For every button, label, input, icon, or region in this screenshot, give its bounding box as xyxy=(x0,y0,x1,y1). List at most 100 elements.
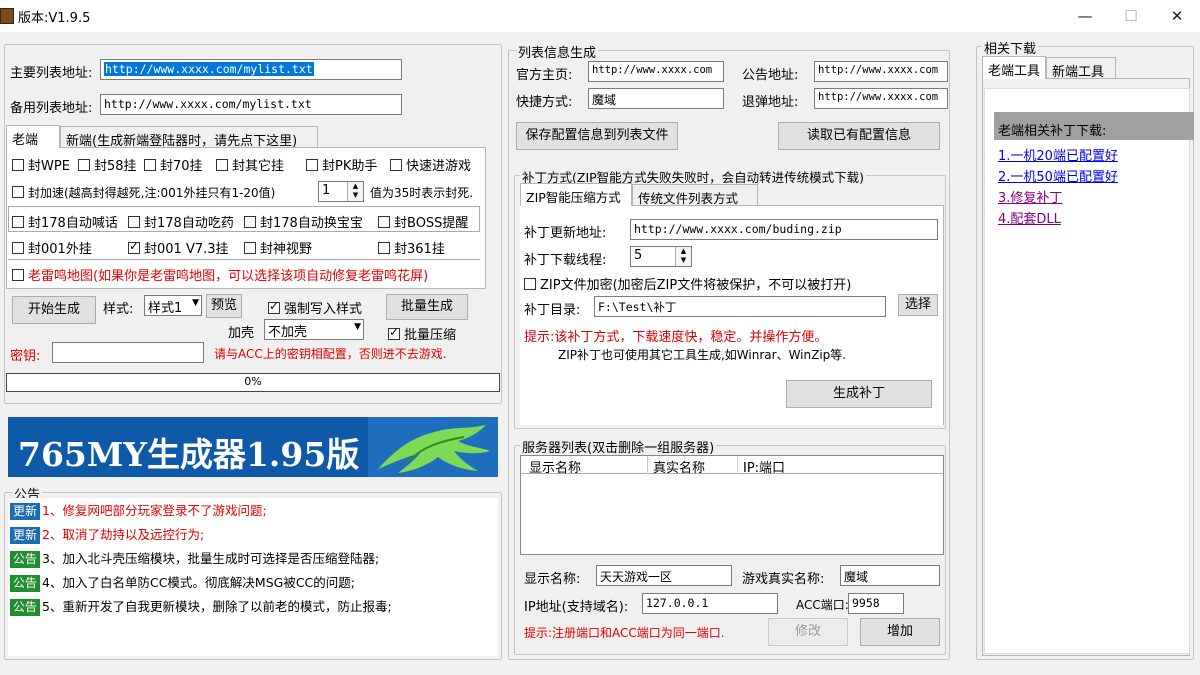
checkbox-icon xyxy=(378,216,390,228)
start-generate-button[interactable]: 开始生成 xyxy=(12,296,96,324)
notice-item: 公告 5、重新开发了自我更新模块，删除了以前老的模式，防止报毒; xyxy=(10,596,392,616)
key-label: 密钥: xyxy=(10,349,41,364)
check-boss[interactable]: 封BOSS提醒 xyxy=(378,212,468,231)
check-001[interactable]: 封001外挂 xyxy=(12,238,92,257)
official-input[interactable]: http://www.xxxx.com xyxy=(588,61,724,82)
browse-button[interactable]: 选择 xyxy=(898,294,938,316)
close-button[interactable]: ✕ xyxy=(1154,0,1200,32)
checkbox-icon xyxy=(12,186,24,198)
banner[interactable]: 765MY生成器1.95版 xyxy=(8,417,498,477)
column-real-name[interactable]: 真实名称 xyxy=(653,457,705,476)
check-zip-encrypt[interactable]: ZIP文件加密(加密后ZIP文件将被保护，不可以被打开) xyxy=(524,274,851,293)
style-select[interactable]: 样式1 ▼ xyxy=(144,295,202,316)
spin-arrows-icon[interactable]: ▲ ▼ xyxy=(675,247,691,266)
notice-item: 公告 3、加入北斗壳压缩模块，批量生成时可选择是否压缩登陆器; xyxy=(10,548,379,568)
ip-input[interactable]: 127.0.0.1 xyxy=(642,593,778,614)
main-list-input[interactable]: http://www.xxxx.com/mylist.txt xyxy=(100,59,402,80)
download-link[interactable]: 4.配套DLL xyxy=(998,208,1061,227)
checkbox-checked-icon xyxy=(128,239,140,254)
shell-label: 加壳 xyxy=(228,326,255,341)
check-swap[interactable]: 封178自动换宝宝 xyxy=(244,212,363,231)
column-ip-port[interactable]: IP:端口 xyxy=(743,457,785,476)
tab-old-tools[interactable]: 老端工具 xyxy=(982,56,1046,79)
notice-address-label: 公告地址: xyxy=(742,68,799,83)
add-button[interactable]: 增加 xyxy=(860,618,940,646)
main-list-label: 主要列表地址: xyxy=(10,66,93,81)
check-eat[interactable]: 封178自动吃药 xyxy=(128,212,234,231)
column-display-name[interactable]: 显示名称 xyxy=(529,457,581,476)
notice-address-input[interactable]: http://www.xxxx.com xyxy=(814,61,948,82)
acc-port-input[interactable]: 9958 xyxy=(848,593,904,614)
check-58[interactable]: 封58挂 xyxy=(78,155,137,174)
list-info-title: 列表信息生成 xyxy=(516,42,599,61)
spin-arrows-icon[interactable]: ▲ ▼ xyxy=(347,182,363,201)
threads-spinner[interactable]: 5 ▲ ▼ xyxy=(630,246,692,267)
save-config-button[interactable]: 保存配置信息到列表文件 xyxy=(516,122,678,150)
real-name-label: 游戏真实名称: xyxy=(742,572,825,587)
maximize-button[interactable]: ☐ xyxy=(1108,0,1154,32)
server-list[interactable]: 显示名称 真实名称 IP:端口 xyxy=(520,455,944,555)
read-config-button[interactable]: 读取已有配置信息 xyxy=(778,122,940,150)
title-bar: 版本:V1.9.5 — ☐ ✕ xyxy=(0,0,1200,32)
tab-old-client[interactable]: 老端 xyxy=(6,125,60,148)
check-vision[interactable]: 封神视野 xyxy=(244,238,312,257)
check-pk[interactable]: 封PK助手 xyxy=(306,155,377,174)
check-speed[interactable]: 封加速(越高封得越死,注:001外挂只有1-20值) xyxy=(12,184,275,201)
patch-url-input[interactable]: http://www.xxxx.com/buding.zip xyxy=(630,219,938,240)
patch-dir-input[interactable]: F:\Test\补丁 xyxy=(594,296,886,317)
checkbox-icon xyxy=(244,216,256,228)
real-name-input[interactable]: 魔域 xyxy=(840,565,940,586)
backup-list-input[interactable]: http://www.xxxx.com/mylist.txt xyxy=(100,94,402,115)
check-quick[interactable]: 快速进游戏 xyxy=(390,155,471,174)
patch-url-label: 补丁更新地址: xyxy=(524,226,607,241)
check-361[interactable]: 封361挂 xyxy=(378,238,445,257)
notice-text: 5、重新开发了自我更新模块，删除了以前老的模式，防止报毒; xyxy=(42,599,392,614)
check-batch-compress[interactable]: 批量压缩 xyxy=(388,324,456,343)
shell-select[interactable]: 不加壳 ▼ xyxy=(264,319,364,340)
checkbox-icon xyxy=(12,159,24,171)
key-input[interactable] xyxy=(52,342,204,363)
checkbox-icon xyxy=(390,159,402,171)
check-wpe[interactable]: 封WPE xyxy=(12,155,70,174)
chevron-down-icon: ▼ xyxy=(354,322,361,332)
tab-new-tools[interactable]: 新端工具 xyxy=(1046,57,1116,80)
checkbox-icon xyxy=(78,159,90,171)
checkbox-icon xyxy=(216,159,228,171)
download-link[interactable]: 3.修复补丁 xyxy=(998,187,1062,206)
tab-new-client[interactable]: 新端(生成新端登陆器时，请先点下这里) xyxy=(60,126,318,149)
check-other[interactable]: 封其它挂 xyxy=(216,155,284,174)
tab-file-list-mode[interactable]: 传统文件列表方式 xyxy=(632,184,758,206)
download-link[interactable]: 1.一机20端已配置好 xyxy=(998,145,1118,164)
acc-port-label: ACC端口: xyxy=(796,598,849,612)
shortcut-input[interactable]: 魔域 xyxy=(588,88,724,109)
column-divider xyxy=(647,456,648,474)
notice-text: 2、取消了劫持以及远控行为; xyxy=(42,527,205,542)
display-name-input[interactable]: 天天游戏一区 xyxy=(596,565,732,586)
checkbox-icon xyxy=(128,216,140,228)
check-001v[interactable]: 封001 V7.3挂 xyxy=(128,238,229,257)
notice-text: 4、加入了白名单防CC模式。彻底解决MSG被CC的问题; xyxy=(42,575,355,590)
notice-badge: 公告 xyxy=(10,599,41,616)
notice-badge: 更新 xyxy=(10,527,41,544)
popup-input[interactable]: http://www.xxxx.com xyxy=(814,88,948,109)
check-shout[interactable]: 封178自动喊话 xyxy=(12,212,118,231)
download-link[interactable]: 2.一机50端已配置好 xyxy=(998,166,1118,185)
preview-button[interactable]: 预览 xyxy=(206,294,242,318)
tab-zip-mode[interactable]: ZIP智能压缩方式 xyxy=(520,183,632,206)
dragon-logo-icon xyxy=(378,425,490,473)
check-force-write[interactable]: 强制写入样式 xyxy=(268,298,362,317)
threads-label: 补丁下载线程: xyxy=(524,253,607,268)
generate-patch-button[interactable]: 生成补丁 xyxy=(786,380,932,408)
speed-spinner[interactable]: 1 ▲ ▼ xyxy=(318,181,364,202)
server-list-header xyxy=(521,456,943,474)
check-old-map[interactable]: 老雷鸣地图(如果你是老雷鸣地图，可以选择该项自动修复老雷鸣花屏) xyxy=(12,265,428,284)
app-icon xyxy=(0,8,14,24)
check-70[interactable]: 封70挂 xyxy=(144,155,203,174)
minimize-button[interactable]: — xyxy=(1062,0,1108,32)
modify-button[interactable]: 修改 xyxy=(768,618,848,646)
batch-generate-button[interactable]: 批量生成 xyxy=(386,294,468,320)
key-note: 请与ACC上的密钥相配置，否则进不去游戏. xyxy=(214,347,447,361)
notice-item: 更新 2、取消了劫持以及远控行为; xyxy=(10,524,204,544)
checkbox-icon xyxy=(144,159,156,171)
notice-list: 更新 1、修复网吧部分玩家登录不了游戏问题; 更新 2、取消了劫持以及远控行为; 公告 3… xyxy=(8,498,498,656)
